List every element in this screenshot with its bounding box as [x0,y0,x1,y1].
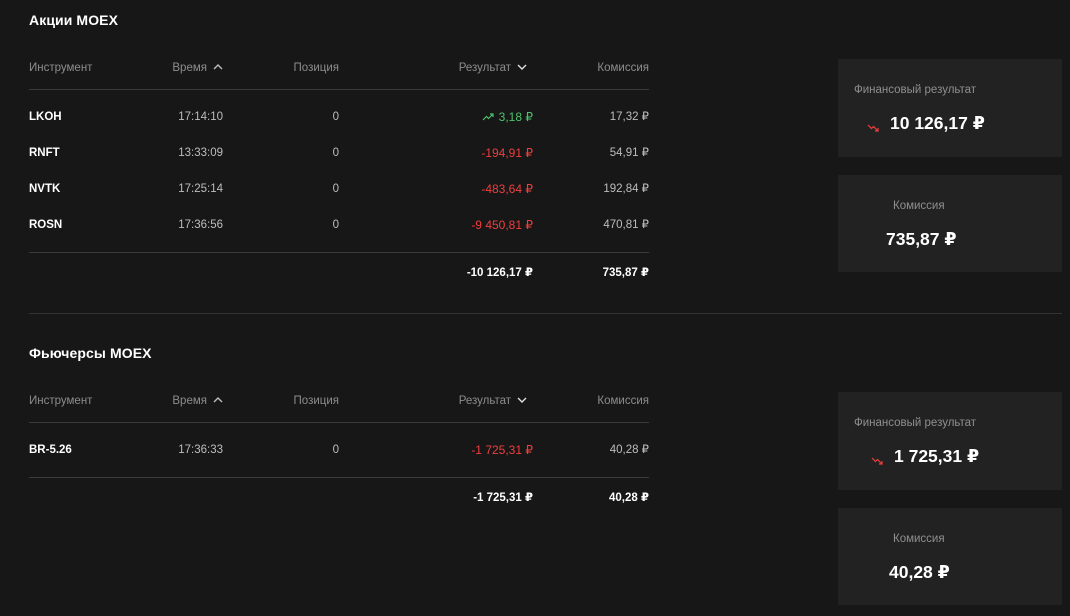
header-commission[interactable]: Комиссия [597,391,649,411]
row-instrument: BR-5.26 [29,444,72,456]
table-row[interactable]: RNFT 13:33:09 0 -194,91 ₽ 54,91 ₽ [29,143,649,163]
header-position[interactable]: Позиция [294,391,339,411]
header-time-label: Время [172,62,207,75]
row-time: 17:14:10 [178,111,223,123]
table-row[interactable]: NVTK 17:25:14 0 -483,64 ₽ 192,84 ₽ [29,179,649,199]
row-time: 17:36:33 [178,444,223,456]
sort-ascending-icon[interactable] [213,57,223,77]
table-row[interactable]: ROSN 17:36:56 0 -9 450,81 ₽ 470,81 ₽ [29,215,649,235]
trend-down-icon [867,119,879,137]
stocks-section-title: Акции MOEX [29,12,119,28]
trend-up-icon [482,107,494,127]
commission-label: Комиссия [893,533,945,545]
row-commission: 17,32 ₽ [609,111,649,123]
row-time: 17:36:56 [178,219,223,231]
row-instrument: NVTK [29,183,61,195]
row-result: -1 725,31 ₽ [471,443,533,457]
futures-table-header: Инструмент Время Позиция Результат Комис… [29,391,649,411]
totals-row: -10 126,17 ₽ 735,87 ₽ [29,263,649,283]
header-commission[interactable]: Комиссия [597,58,649,78]
row-position: 0 [332,111,339,123]
row-commission: 192,84 ₽ [603,183,649,195]
row-position: 0 [332,147,339,159]
total-result: -1 725,31 ₽ [473,492,533,504]
row-instrument: LKOH [29,111,62,123]
futures-commission-card: Комиссия 40,28 ₽ [838,508,1062,605]
fin-result-value: 10 126,17 ₽ [890,113,985,133]
row-result: -483,64 ₽ [481,182,533,196]
row-instrument: RNFT [29,147,60,159]
header-time[interactable]: Время [172,391,223,411]
futures-section-title: Фьючерсы MOEX [29,345,152,361]
fin-result-label: Финансовый результат [854,84,977,96]
header-time-label: Время [172,395,207,408]
header-time[interactable]: Время [172,58,223,78]
table-row[interactable]: LKOH 17:14:10 0 3,18 ₽ 17,32 ₽ [29,107,649,127]
commission-value: 735,87 ₽ [886,229,957,249]
sort-descending-icon[interactable] [517,390,527,410]
total-divider [29,252,649,253]
total-result: -10 126,17 ₽ [466,267,533,279]
row-result: 3,18 ₽ [482,107,533,128]
row-result-value: 3,18 ₽ [498,110,533,124]
row-commission: 470,81 ₽ [603,219,649,231]
header-result-label: Результат [458,62,511,75]
commission-label: Комиссия [893,200,945,212]
row-position: 0 [332,444,339,456]
header-result-label: Результат [458,395,511,408]
section-divider [29,313,1062,314]
header-position[interactable]: Позиция [294,58,339,78]
total-commission: 40,28 ₽ [609,492,649,504]
table-row[interactable]: BR-5.26 17:36:33 0 -1 725,31 ₽ 40,28 ₽ [29,440,649,460]
futures-fin-result-card: Финансовый результат 1 725,31 ₽ [838,392,1062,490]
total-commission: 735,87 ₽ [602,267,649,279]
commission-value: 40,28 ₽ [889,562,950,582]
row-time: 13:33:09 [178,147,223,159]
row-commission: 54,91 ₽ [609,147,649,159]
total-divider [29,477,649,478]
trend-down-icon [871,452,883,470]
fin-result-value: 1 725,31 ₽ [894,446,980,466]
header-instrument[interactable]: Инструмент [29,391,92,411]
header-instrument[interactable]: Инструмент [29,58,92,78]
row-position: 0 [332,219,339,231]
header-divider [29,89,649,90]
totals-row: -1 725,31 ₽ 40,28 ₽ [29,488,649,508]
header-result[interactable]: Результат [459,391,527,411]
row-time: 17:25:14 [178,183,223,195]
row-commission: 40,28 ₽ [609,444,649,456]
stocks-table-header: Инструмент Время Позиция Результат Комис… [29,58,649,78]
row-instrument: ROSN [29,219,63,231]
sort-descending-icon[interactable] [517,57,527,77]
sort-ascending-icon[interactable] [213,390,223,410]
stocks-fin-result-card: Финансовый результат 10 126,17 ₽ [838,59,1062,157]
stocks-commission-card: Комиссия 735,87 ₽ [838,175,1062,272]
header-result[interactable]: Результат [459,58,527,78]
fin-result-label: Финансовый результат [854,417,977,429]
header-divider [29,422,649,423]
row-result: -9 450,81 ₽ [471,218,533,232]
row-position: 0 [332,183,339,195]
row-result: -194,91 ₽ [481,146,533,160]
